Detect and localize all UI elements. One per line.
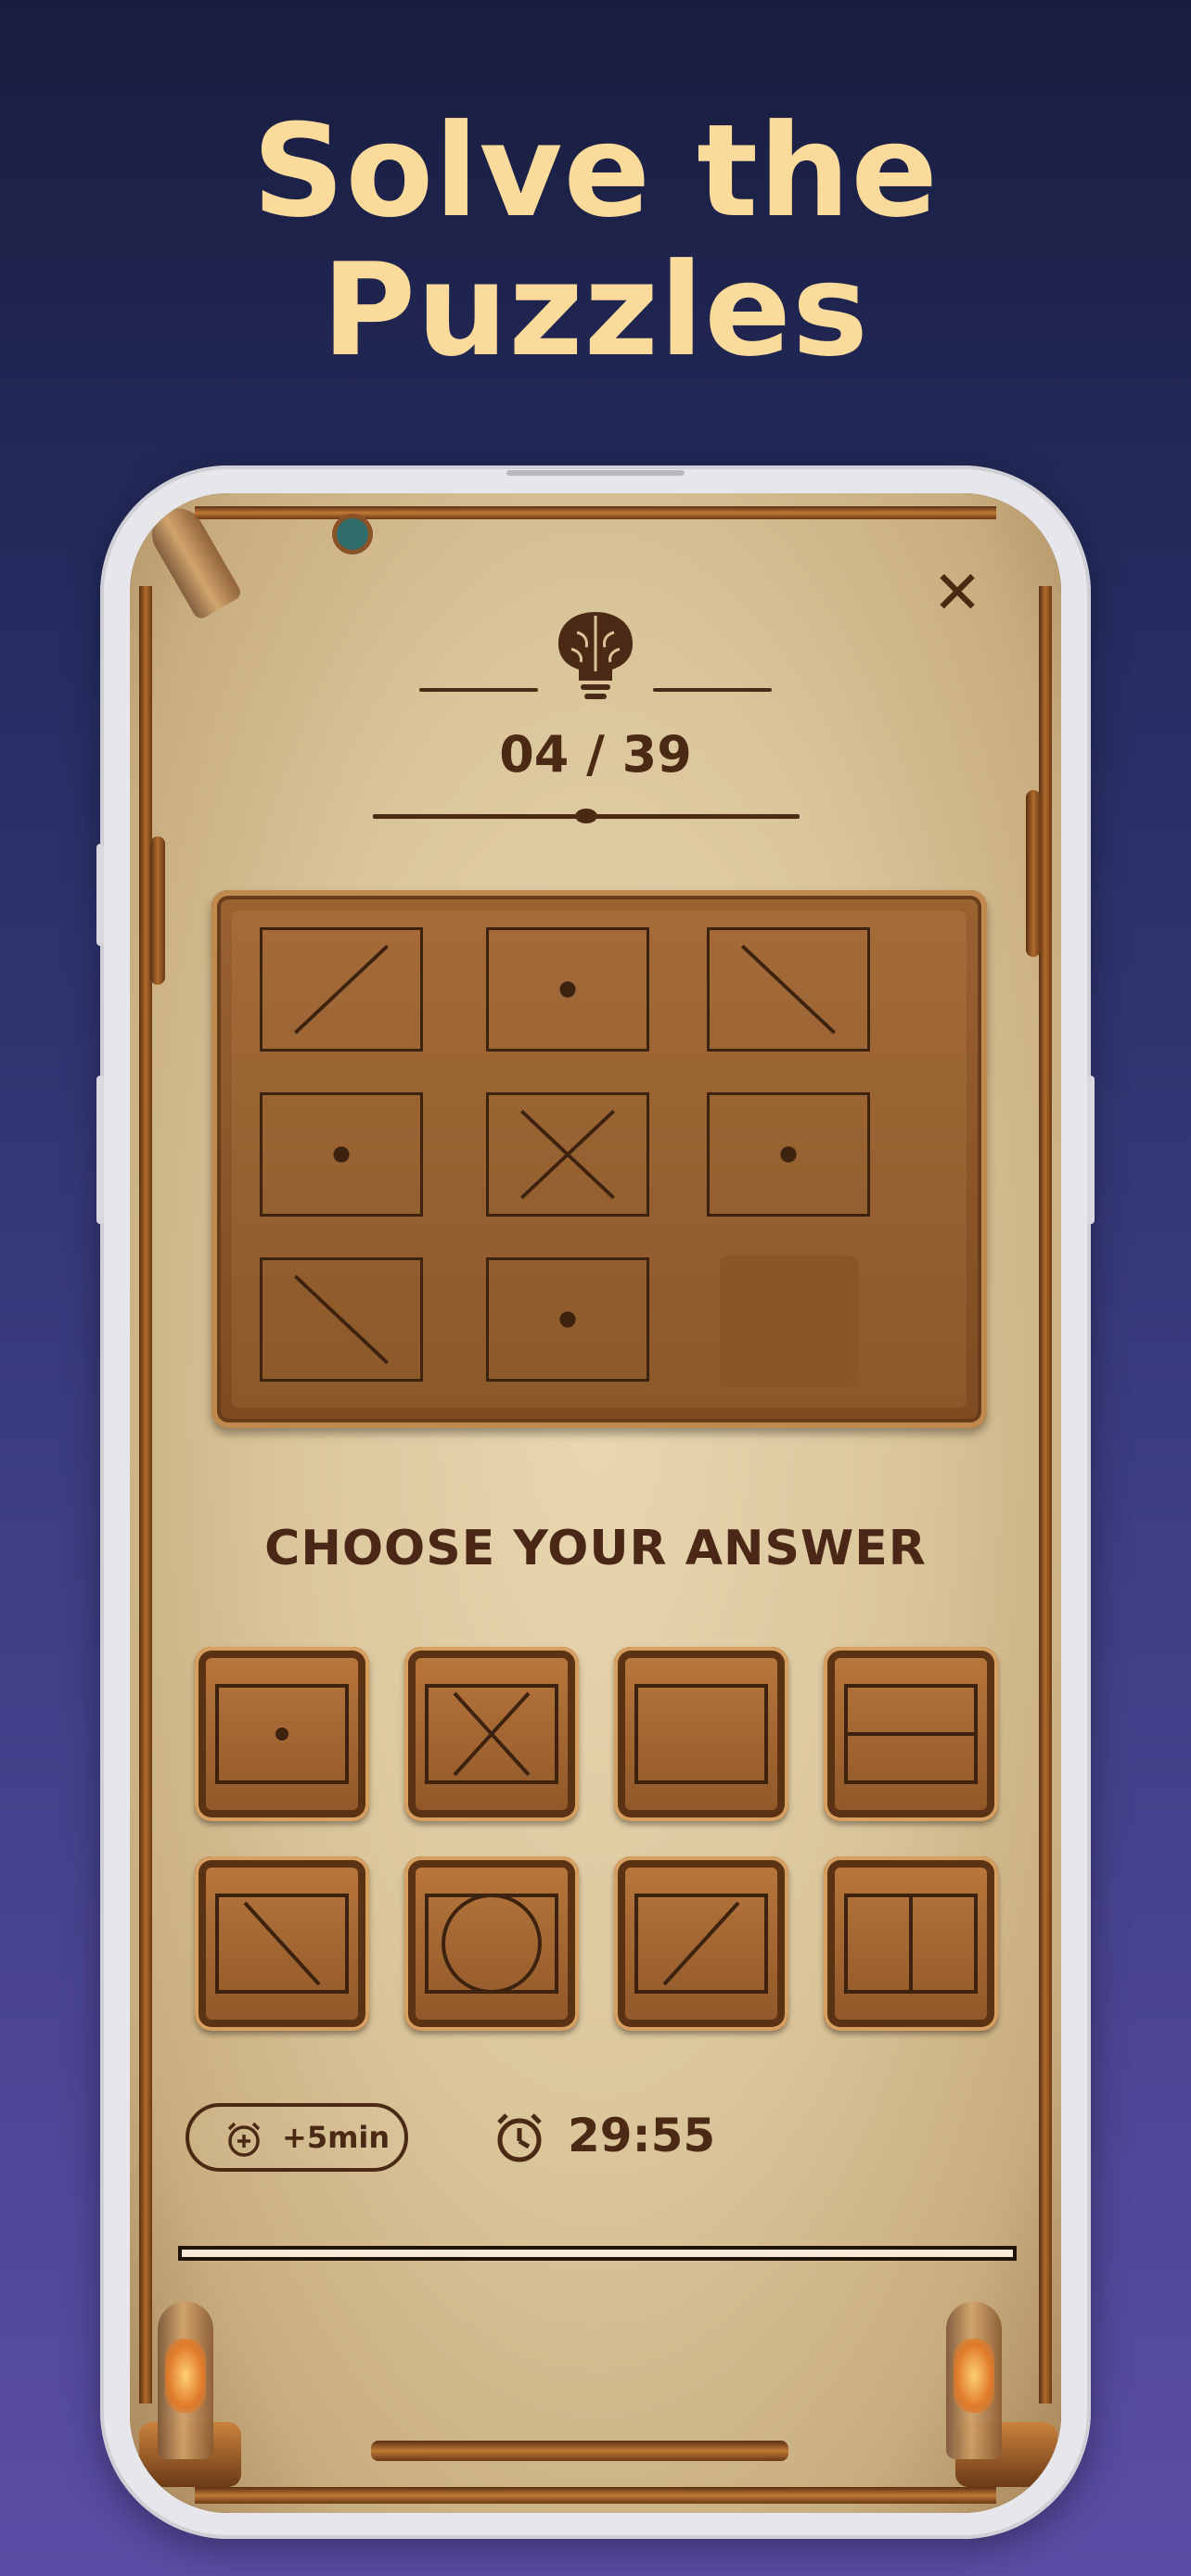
cross-icon [425, 1684, 558, 1784]
diagonal-up-icon [634, 1894, 768, 1994]
answer-option-cross[interactable] [404, 1647, 579, 1821]
phone-side-button [96, 1076, 104, 1224]
brain-bulb-icon [558, 612, 633, 699]
answer-option-diagonal-up[interactable] [614, 1856, 788, 2031]
left-handle [150, 836, 165, 985]
dot-icon [559, 981, 576, 998]
phone-side-button [96, 844, 104, 946]
puzzle-cell [486, 1257, 649, 1382]
cross-icon [520, 1109, 615, 1200]
answer-option-horizontal-line[interactable] [824, 1647, 998, 1821]
right-pipe [1039, 586, 1052, 2404]
dot-icon [780, 1146, 797, 1163]
game-screen: ✕ 04 / 39 CHOOSE YOUR ANSWER +5min 29:55 [130, 493, 1061, 2513]
add-time-button[interactable]: +5min [186, 2103, 408, 2172]
answer-option-vertical-line[interactable] [824, 1856, 998, 2031]
puzzle-cell [260, 927, 423, 1052]
tube-glow [165, 2339, 206, 2413]
tube-glow [954, 2339, 994, 2413]
puzzle-cell [260, 1092, 423, 1217]
diagonal-up-icon [294, 944, 389, 1035]
close-icon[interactable]: ✕ [929, 564, 985, 623]
time-remaining-bar [178, 2246, 1017, 2261]
alarm-clock-icon [497, 2113, 542, 2162]
dot-icon [333, 1146, 350, 1163]
bottom-rail [195, 2487, 996, 2504]
top-pipe [195, 506, 996, 519]
puzzle-cell [486, 1092, 649, 1217]
ornament-line-left [419, 688, 538, 692]
answer-option-diagonal-down[interactable] [195, 1856, 369, 2031]
dot-icon [559, 1311, 576, 1328]
right-handle [1026, 790, 1041, 957]
answer-option-circle[interactable] [404, 1856, 579, 2031]
ornament-line-right [653, 688, 772, 692]
answer-option-dot[interactable] [195, 1647, 369, 1821]
phone-side-button [1087, 1076, 1095, 1224]
phone-speaker [506, 470, 685, 476]
bottom-pipe [371, 2441, 788, 2461]
choose-answer-title: CHOOSE YOUR ANSWER [264, 1521, 927, 1576]
diagonal-down-icon [294, 1274, 389, 1365]
missing-cell [720, 1256, 859, 1387]
headline-line-2: Puzzles [321, 236, 870, 385]
headline: Solve the Puzzles [0, 102, 1191, 380]
level-progress: 04 / 39 [499, 725, 692, 784]
gauge-icon [332, 514, 373, 555]
headline-line-1: Solve the [252, 96, 939, 246]
empty-box-icon [634, 1684, 768, 1784]
puzzle-board [211, 890, 987, 1428]
answer-option-empty[interactable] [614, 1647, 788, 1821]
vertical-line-icon [844, 1894, 978, 1994]
add-time-label: +5min [282, 2120, 391, 2155]
diagonal-down-icon [741, 944, 836, 1035]
circle-icon [425, 1894, 558, 1994]
puzzle-cell [707, 927, 870, 1052]
parchment-background [130, 493, 1061, 2513]
divider-jewel [575, 809, 597, 823]
alarm-plus-icon [227, 2122, 261, 2157]
puzzle-cell [707, 1092, 870, 1217]
dot-icon [215, 1684, 349, 1784]
puzzle-board-inner [232, 911, 967, 1408]
horizontal-line-icon [844, 1684, 978, 1784]
puzzle-cell [486, 927, 649, 1052]
diagonal-down-icon [215, 1894, 349, 1994]
countdown-timer: 29:55 [568, 2109, 716, 2162]
puzzle-cell [260, 1257, 423, 1382]
time-remaining-fill [182, 2250, 1013, 2257]
